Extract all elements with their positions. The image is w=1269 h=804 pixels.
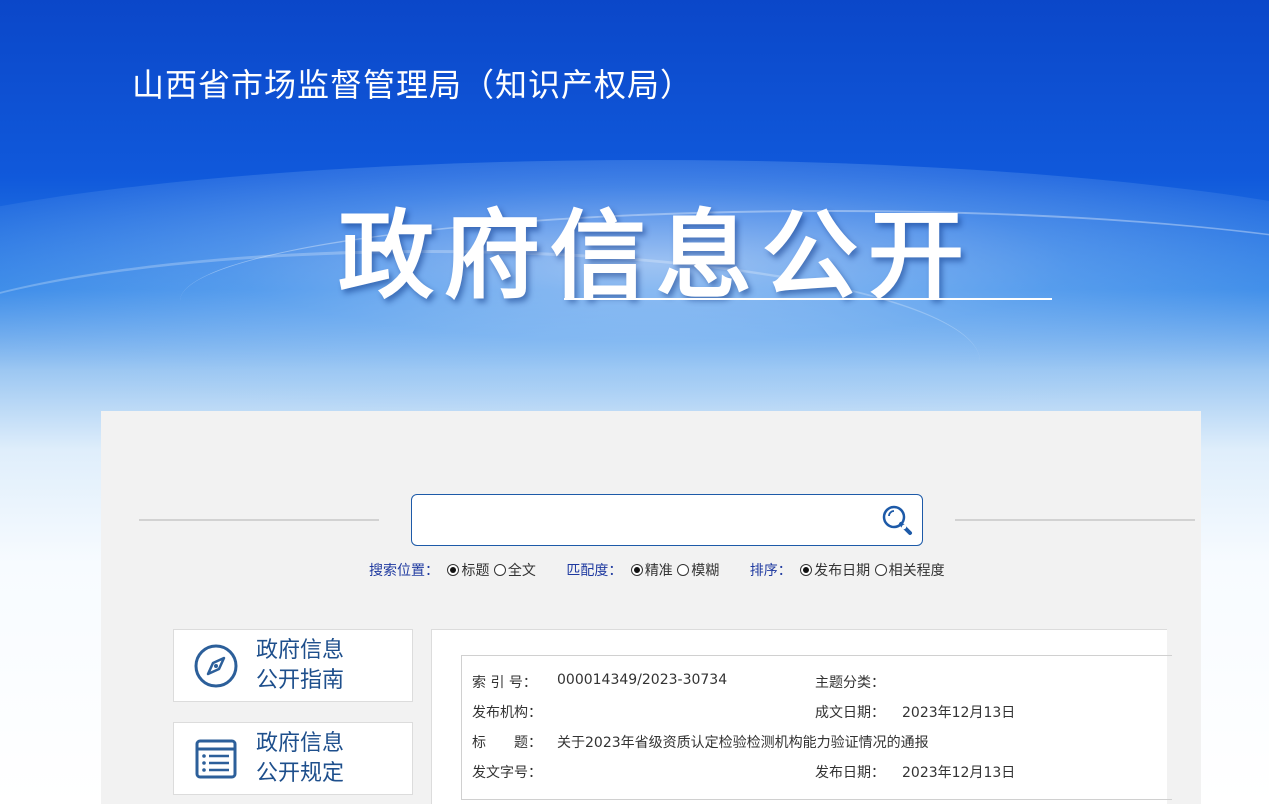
topic-label: 主题分类：	[815, 675, 885, 691]
radio-icon	[677, 564, 690, 576]
search-icon	[882, 505, 912, 535]
publish-date-label: 发布日期：	[815, 765, 885, 781]
sort-option-relevance[interactable]: 相关程度	[874, 560, 945, 580]
written-date-label: 成文日期：	[815, 705, 885, 721]
match-option-exact[interactable]: 精准	[630, 560, 673, 580]
search-box	[411, 494, 923, 546]
search-position-option-fulltext[interactable]: 全文	[493, 560, 536, 580]
search-position-option-title[interactable]: 标题	[447, 560, 489, 580]
title-label: 标 题：	[472, 735, 542, 751]
search-divider-right	[955, 519, 1195, 521]
match-group: 匹配度： 精准 模糊	[566, 560, 719, 580]
search-input[interactable]	[422, 503, 866, 539]
radio-icon	[800, 564, 813, 576]
search-divider-left	[139, 519, 379, 521]
sort-option-date[interactable]: 发布日期	[800, 560, 870, 580]
hero-underline	[564, 298, 1052, 300]
document-list-icon	[192, 735, 240, 783]
index-value: 000014349/2023-30734	[557, 672, 728, 688]
sidebar-item-regulations[interactable]: 政府信息 公开规定	[173, 722, 413, 795]
radio-icon	[447, 564, 460, 576]
publisher-label: 发布机构：	[472, 705, 542, 721]
document-info-panel: 索 引 号： 000014349/2023-30734 主题分类： 发布机构： …	[431, 629, 1172, 804]
search-position-group: 搜索位置： 标题 全文	[369, 560, 536, 580]
match-label: 匹配度：	[566, 563, 623, 579]
index-label: 索 引 号：	[472, 675, 537, 691]
search-position-label: 搜索位置：	[369, 563, 439, 579]
radio-icon	[630, 564, 643, 576]
sidebar-item-guide[interactable]: 政府信息 公开指南	[173, 629, 413, 702]
search-button[interactable]	[880, 503, 914, 537]
radio-icon	[874, 564, 887, 576]
content-panel: 搜索位置： 标题 全文 匹配度： 精准 模糊 排序： 发布日期 相关程度 政府信…	[101, 411, 1201, 804]
search-options: 搜索位置： 标题 全文 匹配度： 精准 模糊 排序： 发布日期 相关程度	[369, 560, 971, 580]
radio-icon	[493, 564, 506, 576]
page: 山西省市场监督管理局（知识产权局） 政府信息公开 搜索位置： 标题 全文 匹配度…	[0, 0, 1269, 804]
site-title[interactable]: 山西省市场监督管理局（知识产权局）	[132, 60, 693, 106]
document-info-table: 索 引 号： 000014349/2023-30734 主题分类： 发布机构： …	[461, 655, 1172, 800]
doc-number-label: 发文字号：	[472, 765, 542, 781]
sort-group: 排序： 发布日期 相关程度	[750, 560, 945, 580]
title-value: 关于2023年省级资质认定检验检测机构能力验证情况的通报	[557, 735, 929, 751]
sidebar-item-regulations-label: 政府信息 公开规定	[256, 731, 345, 786]
hero-title: 政府信息公开	[338, 200, 974, 312]
written-date-value: 2023年12月13日	[902, 705, 1016, 721]
compass-icon	[192, 642, 240, 690]
match-option-fuzzy[interactable]: 模糊	[677, 560, 719, 580]
publish-date-value: 2023年12月13日	[902, 765, 1016, 781]
sidebar-item-guide-label: 政府信息 公开指南	[256, 638, 345, 693]
sort-label: 排序：	[749, 563, 792, 579]
